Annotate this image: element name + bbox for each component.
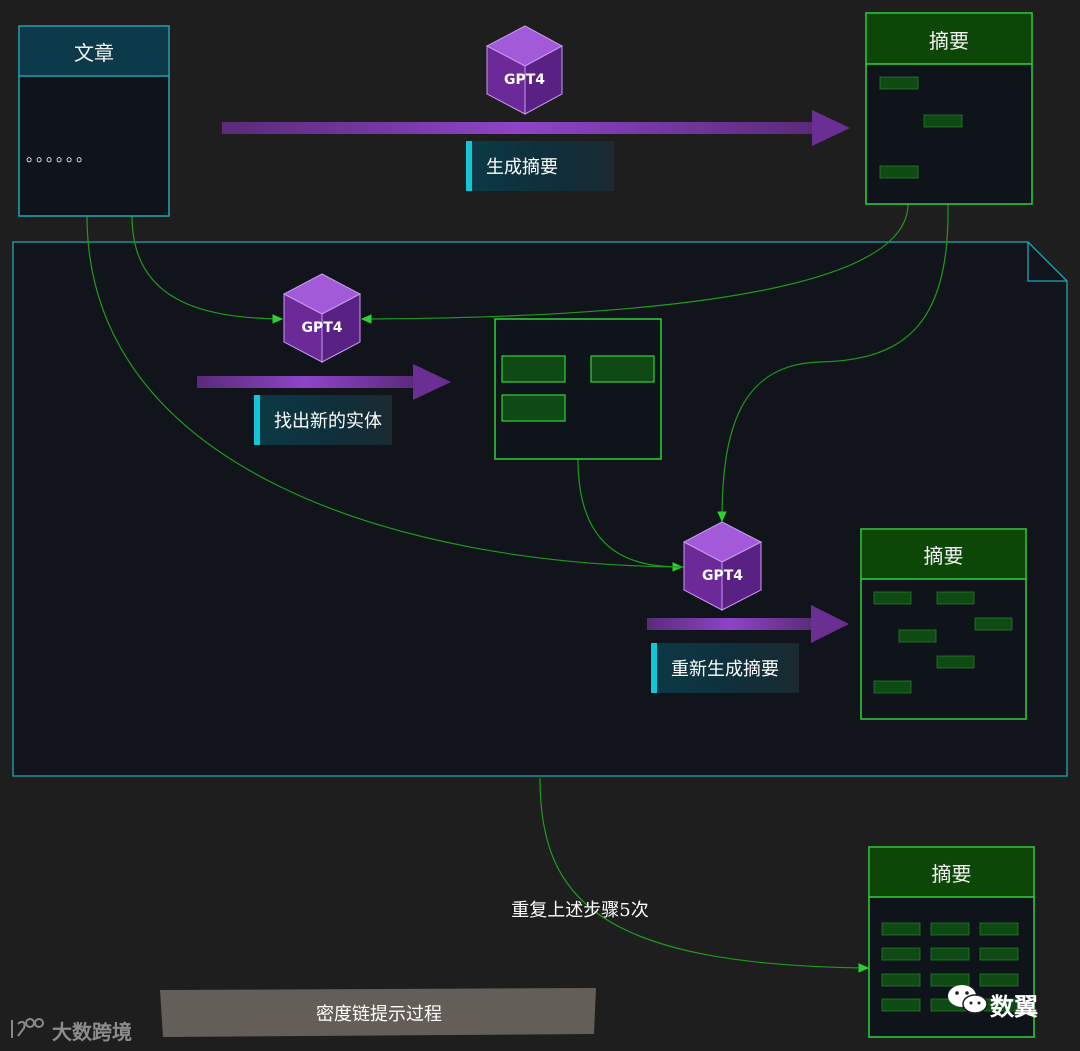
gpt4-label-low: GPT4: [701, 568, 744, 584]
step-generate-tag: 生成摘要: [466, 141, 614, 191]
article-content-dots: 。。。。。。: [26, 146, 95, 165]
step-find-entities-tag: 找出新的实体: [254, 395, 392, 445]
gpt4-label-mid: GPT4: [301, 320, 343, 336]
logo-mark: [11, 1018, 44, 1038]
repeat-note: 重复上述步骤5次: [511, 900, 649, 921]
summary-final-title: 摘要: [931, 862, 972, 886]
connector-panel-to-final: [539, 777, 870, 973]
summary-mid-title: 摘要: [923, 544, 964, 568]
summary-top-title: 摘要: [929, 28, 969, 53]
step-regenerate-tag: 重新生成摘要: [651, 643, 799, 693]
watermark-right: 数翼: [990, 993, 1038, 1021]
watermark-left: 大数跨境: [52, 1020, 132, 1044]
caption-text: 密度链提示过程: [316, 1004, 442, 1025]
gpt4-label-top: GPT4: [503, 72, 546, 88]
gpt4-cube-top: [485, 25, 564, 115]
article-title: 文章: [74, 40, 114, 65]
